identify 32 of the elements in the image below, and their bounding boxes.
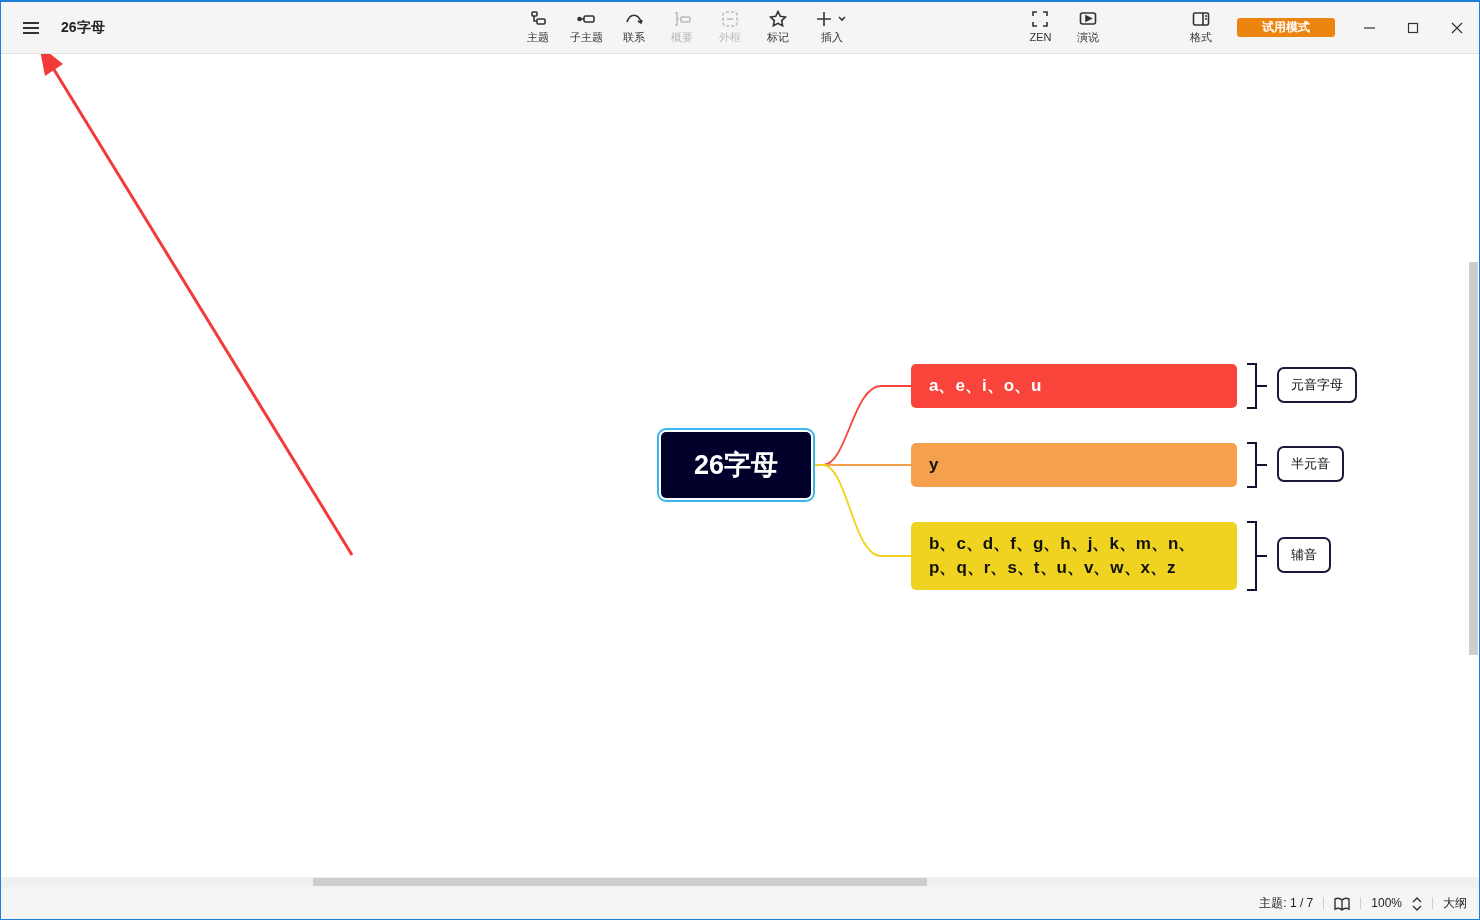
branch-topic[interactable]: a、e、i、o、u (911, 364, 1237, 408)
curved-arrow-tool[interactable]: 联系 (610, 10, 659, 45)
summary-bracket (1246, 521, 1268, 591)
bracket-icon (673, 10, 692, 29)
star-icon (769, 10, 788, 29)
topic-tool[interactable]: 主题 (514, 10, 563, 45)
panel-tool[interactable]: 格式 (1177, 10, 1225, 45)
summary-bracket (1246, 442, 1268, 488)
fullscreen-tool[interactable]: ZEN (1016, 10, 1065, 45)
summary-bracket (1246, 363, 1268, 409)
branch-topic[interactable]: b、c、d、f、g、h、j、k、m、n、p、q、r、s、t、u、v、w、x、z (911, 522, 1237, 590)
boundary-icon (721, 10, 740, 29)
subtopic-tool[interactable]: 子主题 (562, 10, 611, 45)
zoom-level: 100% (1371, 895, 1402, 912)
summary-label[interactable]: 辅音 (1277, 537, 1331, 573)
outline-toggle[interactable]: 大纲 (1443, 894, 1467, 912)
close-icon (1451, 21, 1463, 34)
summary-label[interactable]: 元音字母 (1277, 367, 1357, 403)
maximize-icon (1407, 21, 1419, 34)
document-title: 26字母 (61, 18, 105, 37)
plus-icon (816, 10, 849, 29)
fullscreen-icon (1031, 10, 1050, 29)
summary-label[interactable]: 半元音 (1277, 446, 1344, 482)
scrollbar-thumb[interactable] (313, 878, 927, 886)
topic-count: 主题: 1 / 7 (1259, 895, 1314, 912)
menu-icon (22, 20, 40, 35)
star-tool[interactable]: 标记 (754, 10, 803, 45)
play-tool[interactable]: 演说 (1064, 10, 1113, 45)
branch-topic[interactable]: y (911, 443, 1237, 487)
plus-tool[interactable]: 插入 (802, 10, 863, 45)
panel-icon (1192, 10, 1211, 29)
scrollbar-thumb[interactable] (1469, 262, 1478, 655)
